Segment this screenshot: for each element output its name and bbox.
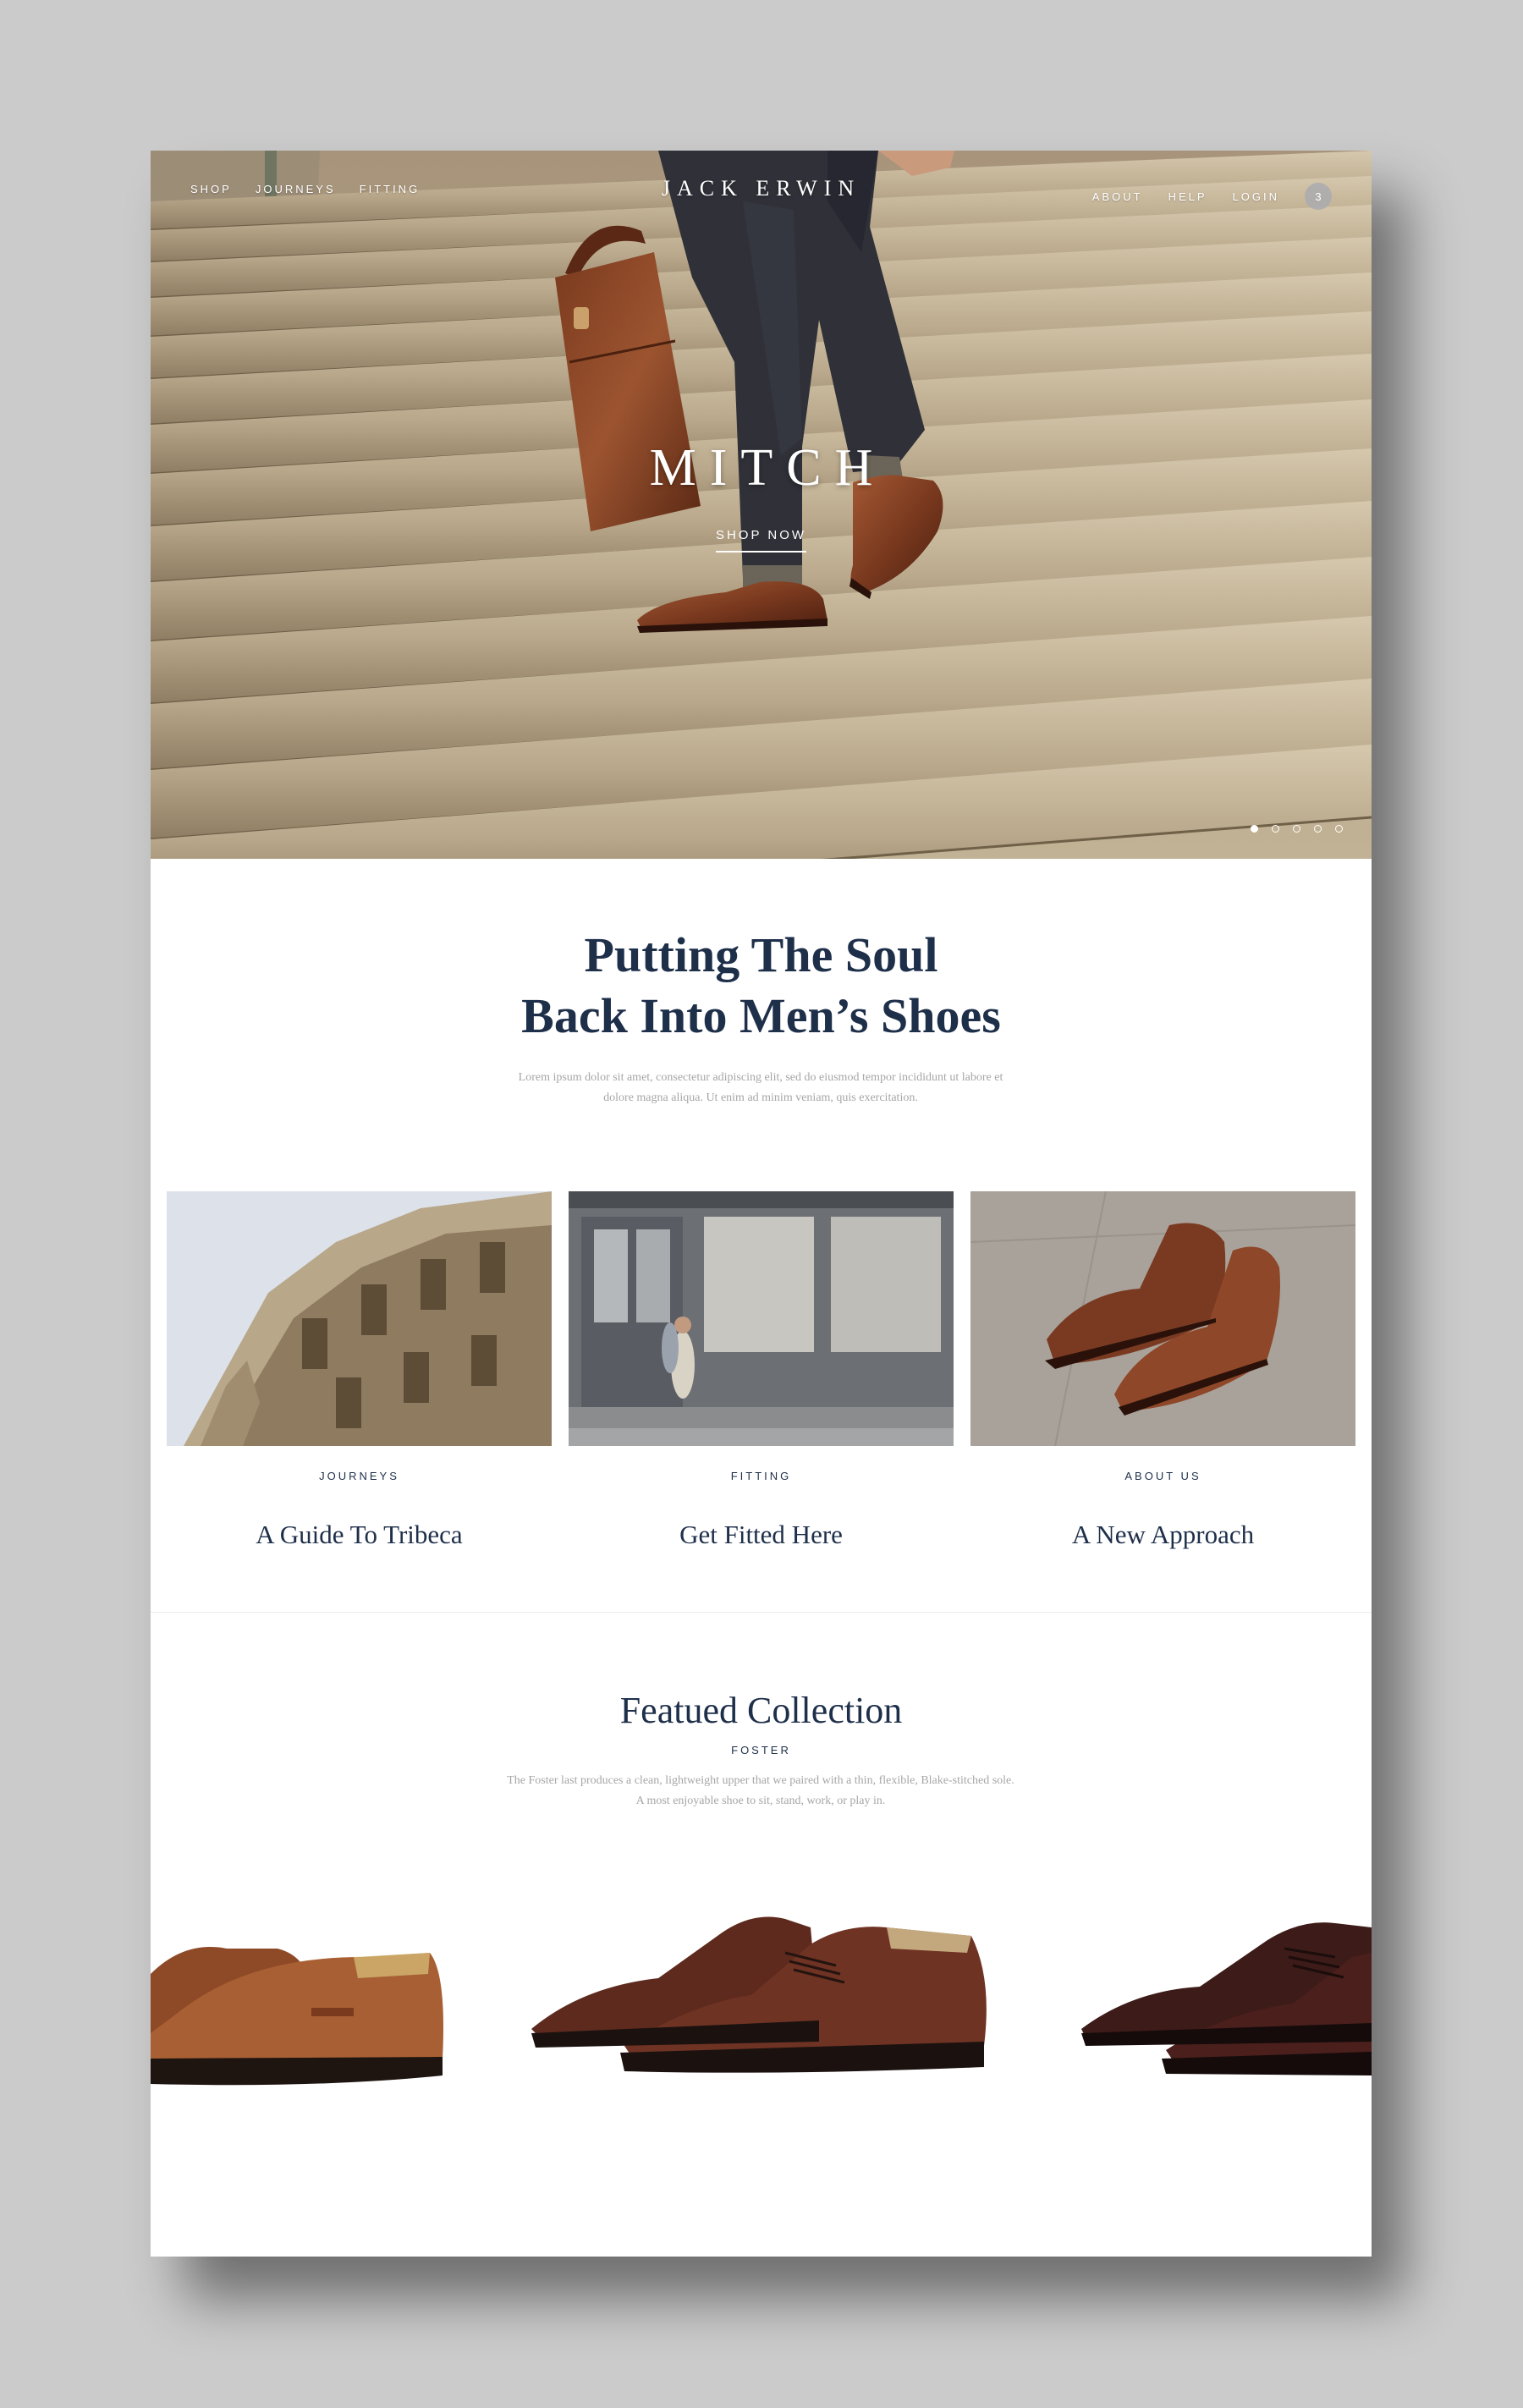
- intro-heading-line-1: Putting The Soul: [584, 927, 938, 982]
- cart-count-badge[interactable]: 3: [1305, 183, 1332, 210]
- about-card-image[interactable]: [970, 1191, 1355, 1446]
- shop-now-button[interactable]: SHOP NOW: [715, 528, 807, 553]
- hero-image: [151, 151, 1372, 859]
- intro-heading-line-2: Back Into Men’s Shoes: [521, 988, 1001, 1043]
- journeys-card[interactable]: JOURNEYS A Guide To Tribeca: [167, 1191, 552, 1550]
- secondary-nav: ABOUT HELP LOGIN 3: [1092, 183, 1332, 210]
- nav-help-link[interactable]: HELP: [1168, 190, 1207, 203]
- slide-dot-2[interactable]: [1272, 825, 1279, 833]
- about-card[interactable]: ABOUT US A New Approach: [970, 1191, 1355, 1550]
- section-divider: [151, 1612, 1372, 1613]
- loafer-product-image[interactable]: [151, 1906, 455, 2109]
- fitting-card-title[interactable]: Get Fitted Here: [569, 1520, 954, 1550]
- journeys-card-image[interactable]: [167, 1191, 552, 1446]
- fitting-card-image[interactable]: [569, 1191, 954, 1446]
- about-card-title[interactable]: A New Approach: [970, 1520, 1355, 1550]
- fitting-eyebrow: FITTING: [730, 1470, 792, 1482]
- collection-title: Featued Collection: [619, 1690, 903, 1731]
- slide-dot-5[interactable]: [1335, 825, 1343, 833]
- nav-about-link[interactable]: ABOUT: [1092, 190, 1143, 203]
- slider-dots: [1251, 825, 1343, 833]
- collection-subtitle: FOSTER: [731, 1744, 791, 1757]
- slide-dot-3[interactable]: [1293, 825, 1300, 833]
- hero-title: MITCH: [649, 439, 887, 497]
- oxford-product-image[interactable]: [1081, 1906, 1372, 2109]
- nav-login-link[interactable]: LOGIN: [1233, 190, 1279, 203]
- collection-description: The Foster last produces a clean, lightw…: [507, 1774, 1014, 1807]
- fitting-card[interactable]: FITTING Get Fitted Here: [569, 1191, 954, 1550]
- page: SHOP JOURNEYS FITTING JACK ERWIN ABOUT H…: [151, 151, 1372, 2257]
- intro-paragraph: Lorem ipsum dolor sit amet, consectetur …: [518, 1071, 1003, 1104]
- journeys-eyebrow: JOURNEYS: [319, 1470, 399, 1482]
- intro-heading: Putting The Soul Back Into Men’s Shoes: [151, 925, 1372, 1047]
- slide-dot-4[interactable]: [1314, 825, 1322, 833]
- journeys-card-title[interactable]: A Guide To Tribeca: [167, 1520, 552, 1550]
- brogue-product-image[interactable]: [531, 1902, 988, 2105]
- hero-banner: SHOP JOURNEYS FITTING JACK ERWIN ABOUT H…: [151, 151, 1372, 859]
- slide-dot-1[interactable]: [1251, 825, 1258, 833]
- about-eyebrow: ABOUT US: [1124, 1470, 1201, 1482]
